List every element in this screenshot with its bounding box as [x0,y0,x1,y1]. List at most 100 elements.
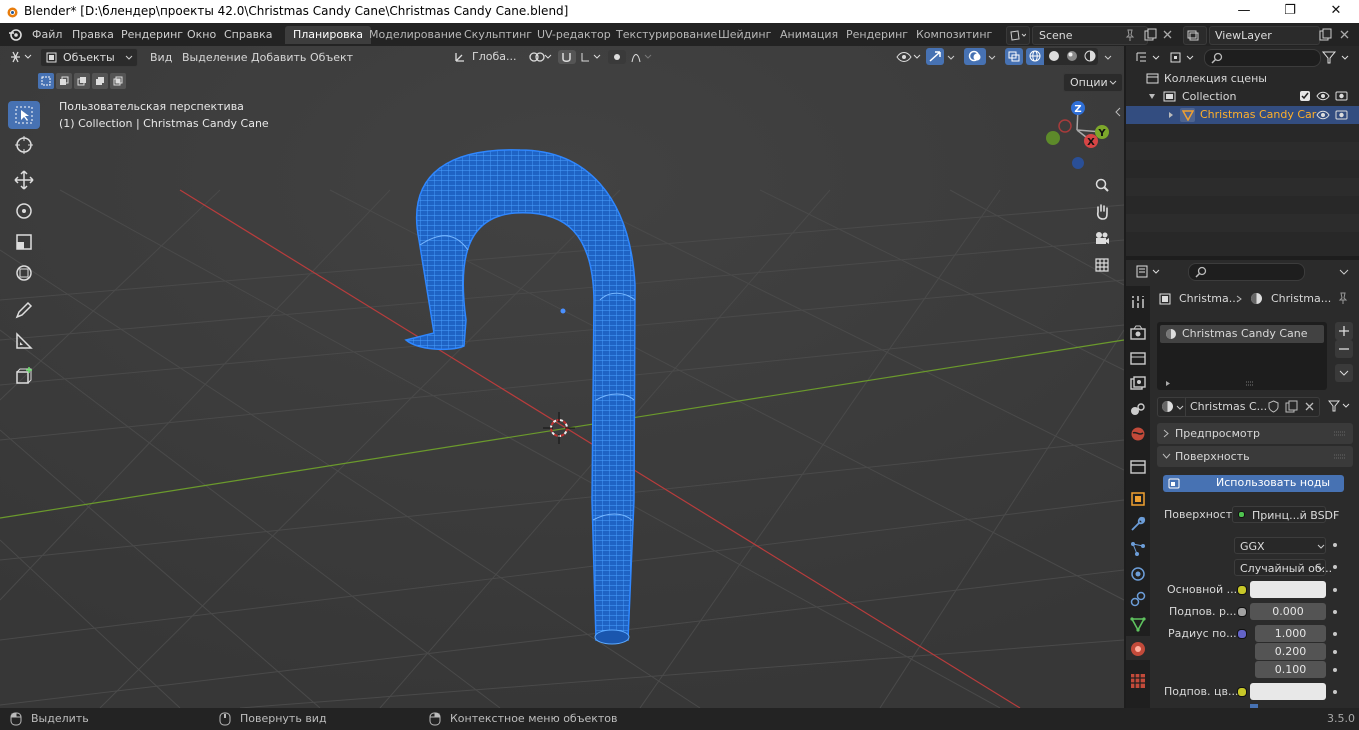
subsurface-color-swatch[interactable] [1250,683,1326,700]
subsurface-radius-x-field[interactable]: 1.000 [1255,625,1326,642]
new-view-layer-icon[interactable] [1319,28,1332,41]
camera-render-icon[interactable] [1335,90,1348,101]
rendered-shading-button[interactable] [1081,48,1098,65]
menu-object[interactable]: Объект [310,49,353,66]
outliner-collection[interactable]: Collection [1182,90,1236,103]
object-tab-icon[interactable] [1129,490,1147,508]
tab-shading[interactable]: Шейдинг [710,26,779,44]
view-layer-type-dropdown[interactable] [1183,26,1207,45]
duplicate-material-icon[interactable] [1285,400,1298,413]
tab-sculpting[interactable]: Скульптинг [456,26,540,44]
browse-material-button[interactable] [1157,397,1187,417]
annotate-tool[interactable] [8,296,40,324]
subsurface-radius-y-field[interactable]: 0.200 [1255,643,1326,660]
solid-shading-button[interactable] [1045,48,1062,65]
tab-modeling[interactable]: Моделирование [361,26,470,44]
select-extend-button[interactable] [56,73,72,89]
pan-button[interactable] [1090,200,1114,224]
select-invert-button[interactable] [92,73,108,89]
distribution-dropdown[interactable]: GGX [1234,537,1326,554]
subsurface-method-dropdown[interactable]: Случайный об... [1234,559,1332,576]
camera-view-button[interactable] [1090,226,1114,250]
tab-uv-editing[interactable]: UV-редактор [529,26,619,44]
modifier-wrench-icon[interactable] [1129,515,1147,533]
outliner-row-selected[interactable]: Christmas Candy Car [1126,106,1359,124]
scene-type-dropdown[interactable] [1006,26,1030,45]
surface-shader-field[interactable]: Принц...й BSDF [1232,506,1339,523]
xray-toggle[interactable] [1005,48,1023,65]
camera-render-icon[interactable] [1335,109,1348,120]
keyframe-dot-icon[interactable] [1333,668,1337,672]
snapping-icon[interactable] [558,50,602,64]
shading-dropdown-icon[interactable] [1104,55,1112,60]
keyframe-dot-icon[interactable] [1333,690,1337,694]
output-tab-icon[interactable] [1129,350,1147,368]
select-intersect-button[interactable] [110,73,126,89]
overlays-toggle[interactable] [964,48,986,65]
orthographic-toggle-button[interactable] [1090,253,1114,277]
material-name-field[interactable]: Christmas C... [1185,397,1320,417]
drag-grip-icon[interactable] [1334,454,1346,459]
proportional-editing-icon[interactable] [608,50,654,64]
material-shading-button[interactable] [1063,48,1080,65]
keyframe-dot-icon[interactable] [1333,543,1337,547]
world-tab-icon[interactable] [1129,425,1147,443]
select-new-button[interactable] [38,73,54,89]
menu-add[interactable]: Добавить [251,49,306,66]
menu-view[interactable]: Вид [150,49,172,66]
tab-layout[interactable]: Планировка [285,26,371,44]
subsurface-weight-field[interactable]: 0.000 [1250,603,1326,620]
tool-tab-icon[interactable] [1129,293,1147,311]
keyframe-dot-icon[interactable] [1333,632,1337,636]
expand-arrow-right-icon[interactable] [1168,111,1174,119]
cursor-tool[interactable] [8,131,40,159]
move-tool[interactable] [8,166,40,194]
expand-arrow-right-icon[interactable] [1165,380,1171,387]
outliner-scene-collection[interactable]: Коллекция сцены [1164,72,1267,85]
render-tab-icon[interactable] [1129,324,1147,342]
surface-panel-header[interactable]: Поверхность [1157,446,1353,467]
navigation-gizmo[interactable]: Z Y X [1040,100,1115,170]
pivot-point-icon[interactable] [528,51,552,63]
pin-icon[interactable] [1124,29,1136,41]
keyframe-dot-icon[interactable] [1333,610,1337,614]
constraints-tab-icon[interactable] [1129,590,1147,608]
fake-user-shield-icon[interactable] [1267,400,1280,413]
select-box-tool[interactable] [8,101,40,129]
keyframe-dot-icon[interactable] [1333,565,1337,569]
menu-window[interactable]: Окно [187,28,216,41]
remove-material-slot-button[interactable] [1335,340,1353,358]
menu-file[interactable]: Файл [32,28,62,41]
material-slot-row[interactable]: Christmas Candy Cane [1160,325,1324,343]
expand-arrow-icon[interactable] [1148,93,1156,100]
overlays-dropdown-icon[interactable] [988,55,996,60]
chevron-down-icon[interactable] [1339,269,1349,275]
particles-tab-icon[interactable] [1129,540,1147,558]
tab-compositing[interactable]: Композитинг [908,26,1000,44]
pin-icon[interactable] [1337,292,1349,304]
maximize-button[interactable]: ❐ [1267,0,1313,23]
material-tab-icon[interactable] [1129,640,1147,658]
collection-exclude-checkbox[interactable] [1300,91,1310,101]
options-dropdown[interactable]: Опции [1063,73,1123,92]
menu-help[interactable]: Справка [224,28,272,41]
filter-icon[interactable] [1322,51,1352,65]
subsurface-radius-z-field[interactable]: 0.100 [1255,661,1326,678]
material-specials-button[interactable] [1335,364,1353,382]
keyframe-dot-icon[interactable] [1333,650,1337,654]
material-link-dropdown[interactable] [1325,397,1353,415]
data-mesh-tab-icon[interactable] [1129,615,1147,633]
measure-tool[interactable] [8,327,40,355]
tab-animation[interactable]: Анимация [772,26,846,44]
tab-rendering[interactable]: Рендеринг [838,26,916,44]
resize-grip-icon[interactable] [1245,381,1255,386]
base-color-swatch[interactable] [1250,581,1326,598]
menu-edit[interactable]: Правка [72,28,114,41]
texture-tab-icon[interactable] [1129,672,1147,690]
zoom-button[interactable] [1090,173,1114,197]
sidebar-toggle-icon[interactable] [1115,107,1121,117]
drag-grip-icon[interactable] [1334,431,1346,436]
add-cube-tool[interactable] [8,362,40,390]
add-material-slot-button[interactable] [1335,322,1353,340]
view-layer-tab-icon[interactable] [1129,375,1147,393]
